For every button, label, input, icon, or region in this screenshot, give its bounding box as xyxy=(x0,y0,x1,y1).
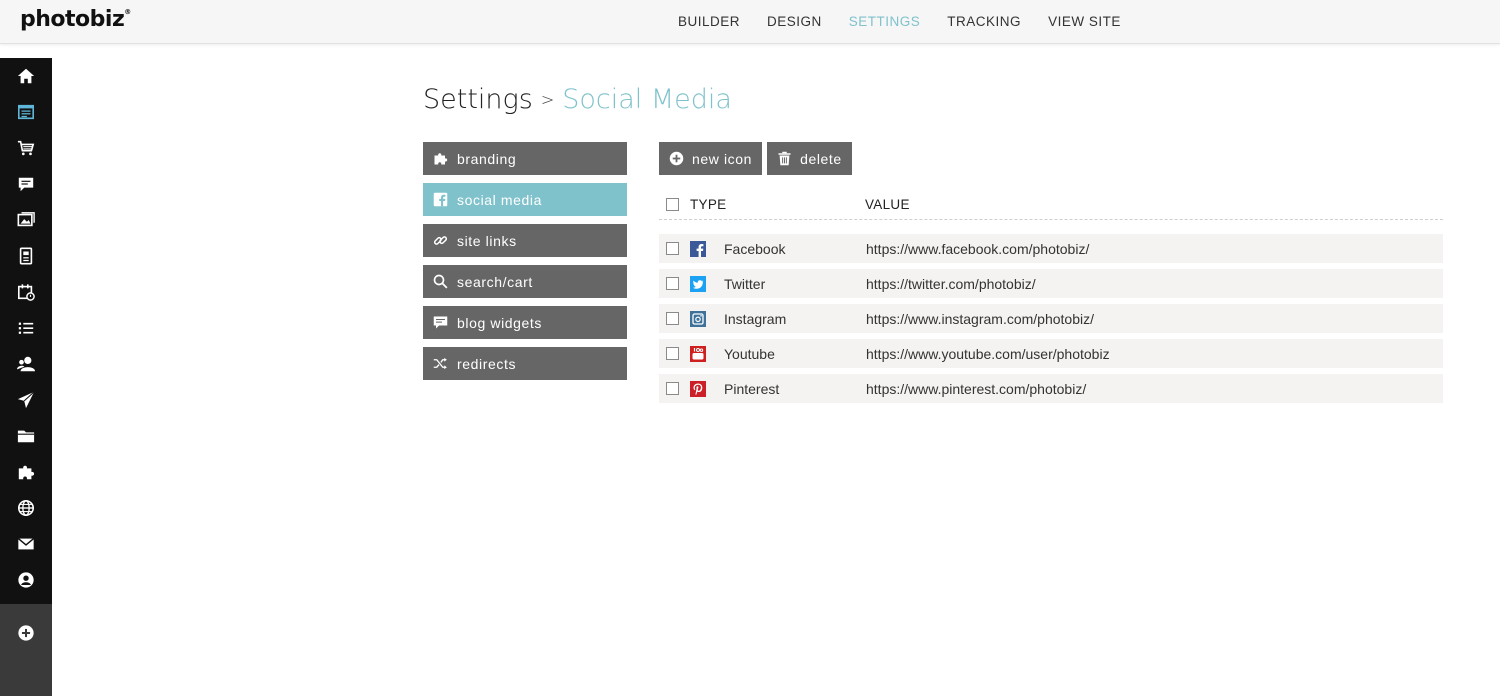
menu-item-social-media[interactable]: social media xyxy=(423,183,627,216)
photobiz-logo[interactable]: photobiz® xyxy=(20,7,131,32)
table-row[interactable]: Pinterest https://www.pinterest.com/phot… xyxy=(659,374,1443,403)
youtube-icon xyxy=(690,345,706,362)
chat-icon[interactable] xyxy=(16,174,36,194)
facebook-icon xyxy=(432,192,448,208)
menu-item-label: redirects xyxy=(457,355,517,372)
sidebar-bottom xyxy=(0,604,52,696)
nav-tracking[interactable]: TRACKING xyxy=(947,0,1021,44)
column-header-type[interactable]: TYPE xyxy=(690,197,865,212)
send-icon[interactable] xyxy=(16,390,36,410)
row-value: https://www.instagram.com/photobiz/ xyxy=(866,310,1094,327)
delete-label: delete xyxy=(800,150,842,167)
row-type: Facebook xyxy=(724,240,786,257)
settings-menu: branding social media site links search/… xyxy=(423,142,627,388)
table-header: TYPE VALUE xyxy=(659,190,1443,220)
cart-icon[interactable] xyxy=(16,138,36,158)
search-icon xyxy=(432,274,448,290)
facebook-icon xyxy=(690,240,706,257)
row-type: Instagram xyxy=(724,310,787,327)
nav-view-site[interactable]: VIEW SITE xyxy=(1048,0,1121,44)
row-value: https://www.facebook.com/photobiz/ xyxy=(866,240,1090,257)
menu-item-redirects[interactable]: redirects xyxy=(423,347,627,380)
breadcrumb-separator: > xyxy=(540,90,555,109)
menu-item-label: blog widgets xyxy=(457,314,543,331)
delete-button[interactable]: delete xyxy=(767,142,852,175)
globe-icon[interactable] xyxy=(16,498,36,518)
column-header-value[interactable]: VALUE xyxy=(865,197,910,212)
breadcrumb-current: Social Media xyxy=(562,84,732,115)
account-icon[interactable] xyxy=(16,570,36,590)
nav-builder[interactable]: BUILDER xyxy=(678,0,740,44)
menu-item-branding[interactable]: branding xyxy=(423,142,627,175)
document-icon[interactable] xyxy=(16,246,36,266)
new-icon-label: new icon xyxy=(692,150,753,167)
row-type: Youtube xyxy=(724,345,775,362)
row-checkbox[interactable] xyxy=(666,382,679,395)
menu-item-label: site links xyxy=(457,232,517,249)
instagram-icon xyxy=(690,310,706,327)
table-row[interactable]: Twitter https://twitter.com/photobiz/ xyxy=(659,269,1443,298)
top-bar: photobiz® BUILDER DESIGN SETTINGS TRACKI… xyxy=(0,0,1500,44)
menu-item-site-links[interactable]: site links xyxy=(423,224,627,257)
event-calendar-icon[interactable] xyxy=(16,282,36,302)
row-type: Twitter xyxy=(724,275,766,292)
mail-icon[interactable] xyxy=(16,534,36,554)
list-icon[interactable] xyxy=(16,318,36,338)
breadcrumb-root[interactable]: Settings xyxy=(423,84,533,115)
puzzle-icon[interactable] xyxy=(16,462,36,482)
main-nav: BUILDER DESIGN SETTINGS TRACKING VIEW SI… xyxy=(678,0,1148,44)
table-row[interactable]: Youtube https://www.youtube.com/user/pho… xyxy=(659,339,1443,368)
new-icon-button[interactable]: new icon xyxy=(659,142,763,175)
menu-item-label: search/cart xyxy=(457,273,533,290)
twitter-icon xyxy=(690,275,706,292)
nav-design[interactable]: DESIGN xyxy=(767,0,822,44)
table-row[interactable]: Instagram https://www.instagram.com/phot… xyxy=(659,304,1443,333)
shuffle-icon xyxy=(432,356,448,372)
add-icon[interactable] xyxy=(16,623,36,643)
row-value: https://www.youtube.com/user/photobiz xyxy=(866,345,1110,362)
table-row[interactable]: Facebook https://www.facebook.com/photob… xyxy=(659,234,1443,263)
select-all-checkbox[interactable] xyxy=(666,198,679,211)
menu-item-label: branding xyxy=(457,150,517,167)
table-rows: Facebook https://www.facebook.com/photob… xyxy=(659,234,1443,403)
folder-icon[interactable] xyxy=(16,426,36,446)
plus-circle-icon xyxy=(668,151,684,167)
toolbar: new icon delete xyxy=(659,142,857,175)
nav-settings[interactable]: SETTINGS xyxy=(849,0,921,44)
row-value: https://www.pinterest.com/photobiz/ xyxy=(866,380,1087,397)
breadcrumb: Settings > Social Media xyxy=(423,84,732,115)
pinterest-icon xyxy=(690,380,706,397)
social-media-table: TYPE VALUE Facebook https://www.facebook… xyxy=(659,190,1443,409)
menu-item-search-cart[interactable]: search/cart xyxy=(423,265,627,298)
row-checkbox[interactable] xyxy=(666,242,679,255)
trash-icon xyxy=(776,151,792,167)
row-type: Pinterest xyxy=(724,380,780,397)
gallery-icon[interactable] xyxy=(16,210,36,230)
menu-item-label: social media xyxy=(457,191,543,208)
row-checkbox[interactable] xyxy=(666,347,679,360)
users-icon[interactable] xyxy=(16,354,36,374)
row-value: https://twitter.com/photobiz/ xyxy=(866,275,1036,292)
menu-item-blog-widgets[interactable]: blog widgets xyxy=(423,306,627,339)
row-checkbox[interactable] xyxy=(666,312,679,325)
row-checkbox[interactable] xyxy=(666,277,679,290)
left-sidebar xyxy=(0,58,52,696)
home-icon[interactable] xyxy=(16,66,36,86)
puzzle-icon xyxy=(432,151,448,167)
comment-icon xyxy=(432,315,448,331)
calendar-list-icon[interactable] xyxy=(16,102,36,122)
link-icon xyxy=(432,233,448,249)
